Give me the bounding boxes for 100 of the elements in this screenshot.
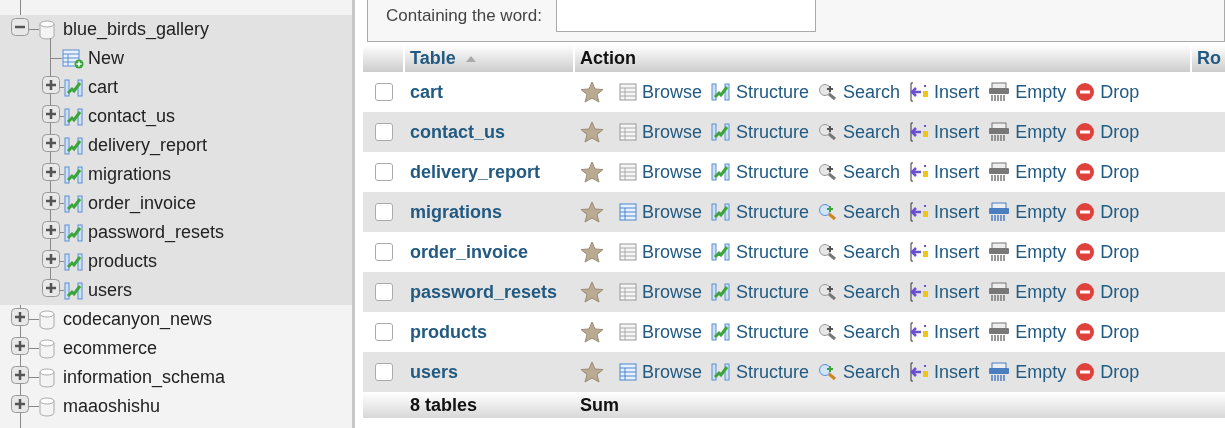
empty-link[interactable]: Empty xyxy=(988,161,1067,183)
table-name-link[interactable]: migrations xyxy=(410,201,502,223)
star-icon[interactable] xyxy=(580,241,604,263)
structure-link[interactable]: Structure xyxy=(711,321,810,343)
empty-link[interactable]: Empty xyxy=(988,321,1067,343)
table-name-link[interactable]: order_invoice xyxy=(410,241,529,263)
insert-link[interactable]: Insert xyxy=(909,281,980,303)
expand-icon[interactable] xyxy=(11,337,29,355)
drop-link[interactable]: Drop xyxy=(1075,361,1140,383)
column-header[interactable]: Ro xyxy=(1197,48,1221,69)
search-link[interactable]: Search xyxy=(818,241,901,263)
table-column-header[interactable]: Table xyxy=(405,45,575,72)
drop-link[interactable]: Drop xyxy=(1075,201,1140,223)
row-checkbox[interactable] xyxy=(375,83,393,101)
table-name-link[interactable]: users xyxy=(410,361,459,383)
star-icon[interactable] xyxy=(580,161,604,183)
structure-link[interactable]: Structure xyxy=(711,281,810,303)
structure-link[interactable]: Structure xyxy=(711,161,810,183)
empty-link[interactable]: Empty xyxy=(988,281,1067,303)
search-link[interactable]: Search xyxy=(818,281,901,303)
drop-link[interactable]: Drop xyxy=(1075,161,1140,183)
row-checkbox[interactable] xyxy=(375,243,393,261)
collapse-icon[interactable] xyxy=(11,18,29,36)
expand-icon[interactable] xyxy=(42,279,60,297)
insert-link[interactable]: Insert xyxy=(909,201,980,223)
search-link[interactable]: Search xyxy=(818,161,901,183)
browse-link[interactable]: Browse xyxy=(619,241,703,263)
row-checkbox[interactable] xyxy=(375,163,393,181)
star-icon[interactable] xyxy=(580,281,604,303)
expand-icon[interactable] xyxy=(11,366,29,384)
table-name-link[interactable]: delivery_report xyxy=(410,161,541,183)
insert-link[interactable]: Insert xyxy=(909,161,980,183)
browse-link[interactable]: Browse xyxy=(619,361,703,383)
table-name-link[interactable]: cart xyxy=(410,81,444,103)
browse-link[interactable]: Browse xyxy=(619,201,703,223)
expand-icon[interactable] xyxy=(42,76,60,94)
table-name[interactable]: contact_us xyxy=(88,106,176,127)
search-link[interactable]: Search xyxy=(818,121,901,143)
database-name[interactable]: ecommerce xyxy=(63,338,158,359)
browse-link[interactable]: Browse xyxy=(619,121,703,143)
search-link[interactable]: Search xyxy=(818,361,901,383)
row-checkbox[interactable] xyxy=(375,323,393,341)
insert-link[interactable]: Insert xyxy=(909,241,980,263)
drop-link[interactable]: Drop xyxy=(1075,121,1140,143)
browse-link[interactable]: Browse xyxy=(619,81,703,103)
empty-link[interactable]: Empty xyxy=(988,361,1067,383)
structure-link[interactable]: Structure xyxy=(711,201,810,223)
table-name[interactable]: products xyxy=(88,251,158,272)
structure-link[interactable]: Structure xyxy=(711,241,810,263)
insert-link[interactable]: Insert xyxy=(909,321,980,343)
insert-link[interactable]: Insert xyxy=(909,121,980,143)
new-table-link[interactable]: New xyxy=(88,48,124,69)
star-icon[interactable] xyxy=(580,201,604,223)
structure-link[interactable]: Structure xyxy=(711,361,810,383)
empty-link[interactable]: Empty xyxy=(988,201,1067,223)
table-name-link[interactable]: contact_us xyxy=(410,121,506,143)
expand-icon[interactable] xyxy=(42,134,60,152)
expand-icon[interactable] xyxy=(42,221,60,239)
drop-link[interactable]: Drop xyxy=(1075,241,1140,263)
row-checkbox[interactable] xyxy=(375,123,393,141)
drop-link[interactable]: Drop xyxy=(1075,281,1140,303)
star-icon[interactable] xyxy=(580,321,604,343)
empty-link[interactable]: Empty xyxy=(988,241,1067,263)
row-checkbox[interactable] xyxy=(375,283,393,301)
table-name-link[interactable]: password_resets xyxy=(410,281,558,303)
search-link[interactable]: Search xyxy=(818,321,901,343)
table-name[interactable]: users xyxy=(88,280,132,301)
expand-icon[interactable] xyxy=(42,105,60,123)
expand-icon[interactable] xyxy=(42,192,60,210)
search-link[interactable]: Search xyxy=(818,81,901,103)
database-name[interactable]: blue_birds_gallery xyxy=(63,19,210,40)
structure-link[interactable]: Structure xyxy=(711,81,810,103)
expand-icon[interactable] xyxy=(42,163,60,181)
drop-link[interactable]: Drop xyxy=(1075,81,1140,103)
structure-link[interactable]: Structure xyxy=(711,121,810,143)
browse-link[interactable]: Browse xyxy=(619,281,703,303)
database-name[interactable]: maaoshishu xyxy=(63,396,161,417)
table-name[interactable]: password_resets xyxy=(88,222,225,243)
expand-icon[interactable] xyxy=(42,250,60,268)
browse-link[interactable]: Browse xyxy=(619,161,703,183)
database-name[interactable]: codecanyon_news xyxy=(63,309,213,330)
database-name[interactable]: information_schema xyxy=(63,367,226,388)
table-name[interactable]: cart xyxy=(88,77,118,98)
search-link[interactable]: Search xyxy=(818,201,901,223)
expand-icon[interactable] xyxy=(11,395,29,413)
star-icon[interactable] xyxy=(580,361,604,383)
empty-link[interactable]: Empty xyxy=(988,81,1067,103)
filter-input[interactable] xyxy=(555,0,816,32)
table-name[interactable]: order_invoice xyxy=(88,193,197,214)
drop-link[interactable]: Drop xyxy=(1075,321,1140,343)
table-name[interactable]: delivery_report xyxy=(88,135,208,156)
insert-link[interactable]: Insert xyxy=(909,361,980,383)
table-name[interactable]: migrations xyxy=(88,164,172,185)
browse-link[interactable]: Browse xyxy=(619,321,703,343)
empty-link[interactable]: Empty xyxy=(988,121,1067,143)
star-icon[interactable] xyxy=(580,81,604,103)
expand-icon[interactable] xyxy=(11,308,29,326)
row-checkbox[interactable] xyxy=(375,203,393,221)
insert-link[interactable]: Insert xyxy=(909,81,980,103)
star-icon[interactable] xyxy=(580,121,604,143)
